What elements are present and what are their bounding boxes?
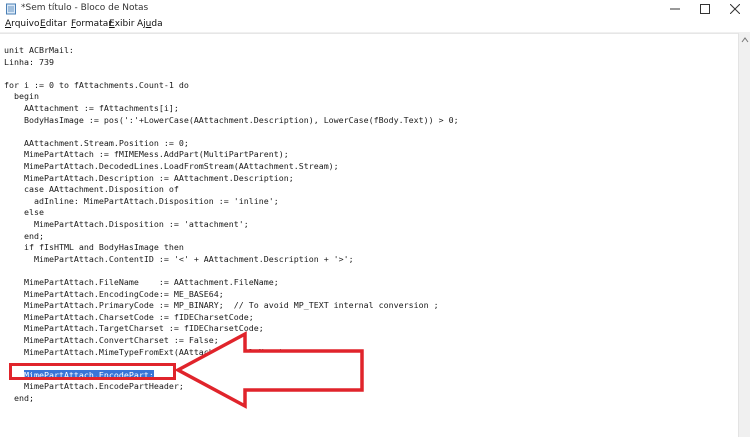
scroll-up-arrow-icon[interactable] — [741, 36, 749, 44]
code-line[interactable]: MimePartAttach.Description := AAttachmen… — [4, 173, 294, 185]
menu-ajuda[interactable]: Ajuda — [137, 19, 163, 29]
title-bar: *Sem título - Bloco de Notas — [0, 0, 750, 18]
notepad-icon — [6, 3, 16, 15]
close-button[interactable] — [720, 0, 750, 18]
code-line[interactable]: begin — [4, 91, 39, 103]
code-line[interactable]: BodyHasImage := pos(':'+LowerCase(AAttac… — [4, 115, 459, 127]
maximize-button[interactable] — [690, 0, 720, 18]
menu-formatar[interactable]: Formatar — [71, 19, 112, 29]
code-line[interactable]: else — [4, 207, 44, 219]
maximize-icon — [700, 4, 710, 14]
minimize-icon — [670, 8, 680, 10]
code-line[interactable]: unit ACBrMail: — [4, 45, 74, 57]
code-line[interactable]: MimePartAttach.CharsetCode := fIDECharse… — [4, 312, 254, 324]
code-line[interactable]: MimePartAttach.EncodingCode:= ME_BASE64; — [4, 289, 224, 301]
code-line[interactable]: end; — [4, 393, 34, 405]
code-line[interactable]: MimePartAttach.FileName := AAttachment.F… — [4, 277, 279, 289]
code-line[interactable]: adInline: MimePartAttach.Disposition := … — [4, 196, 279, 208]
code-line[interactable]: AAttachment.Stream.Position := 0; — [4, 138, 189, 150]
code-line[interactable]: case AAttachment.Disposition of — [4, 184, 179, 196]
code-line[interactable]: MimePartAttach.DecodedLines.LoadFromStre… — [4, 161, 339, 173]
code-line[interactable]: if fIsHTML and BodyHasImage then — [4, 242, 184, 254]
annotation-arrow-icon — [174, 331, 364, 409]
code-line[interactable]: end; — [4, 231, 44, 243]
minimize-button[interactable] — [660, 0, 690, 18]
code-line[interactable]: AAttachment := fAttachments[i]; — [4, 103, 179, 115]
menu-editar[interactable]: Editar — [40, 19, 67, 29]
close-icon — [729, 3, 741, 15]
vertical-scrollbar[interactable] — [738, 33, 750, 437]
menu-bar: Arquivo Editar Formatar Exibir Ajuda — [0, 18, 750, 33]
menu-exibir[interactable]: Exibir — [109, 19, 134, 29]
code-line[interactable]: MimePartAttach.Disposition := 'attachmen… — [4, 219, 249, 231]
window-title: *Sem título - Bloco de Notas — [21, 3, 149, 13]
code-line[interactable]: MimePartAttach.ContentID := '<' + AAttac… — [4, 254, 354, 266]
code-line[interactable]: MimePartAttach := fMIMEMess.AddPart(Mult… — [4, 149, 289, 161]
menu-arquivo[interactable]: Arquivo — [5, 19, 39, 29]
code-line[interactable]: Linha: 739 — [4, 57, 54, 69]
code-line[interactable]: for i := 0 to fAttachments.Count-1 do — [4, 80, 189, 92]
code-line[interactable]: MimePartAttach.PrimaryCode := MP_BINARY;… — [4, 300, 439, 312]
